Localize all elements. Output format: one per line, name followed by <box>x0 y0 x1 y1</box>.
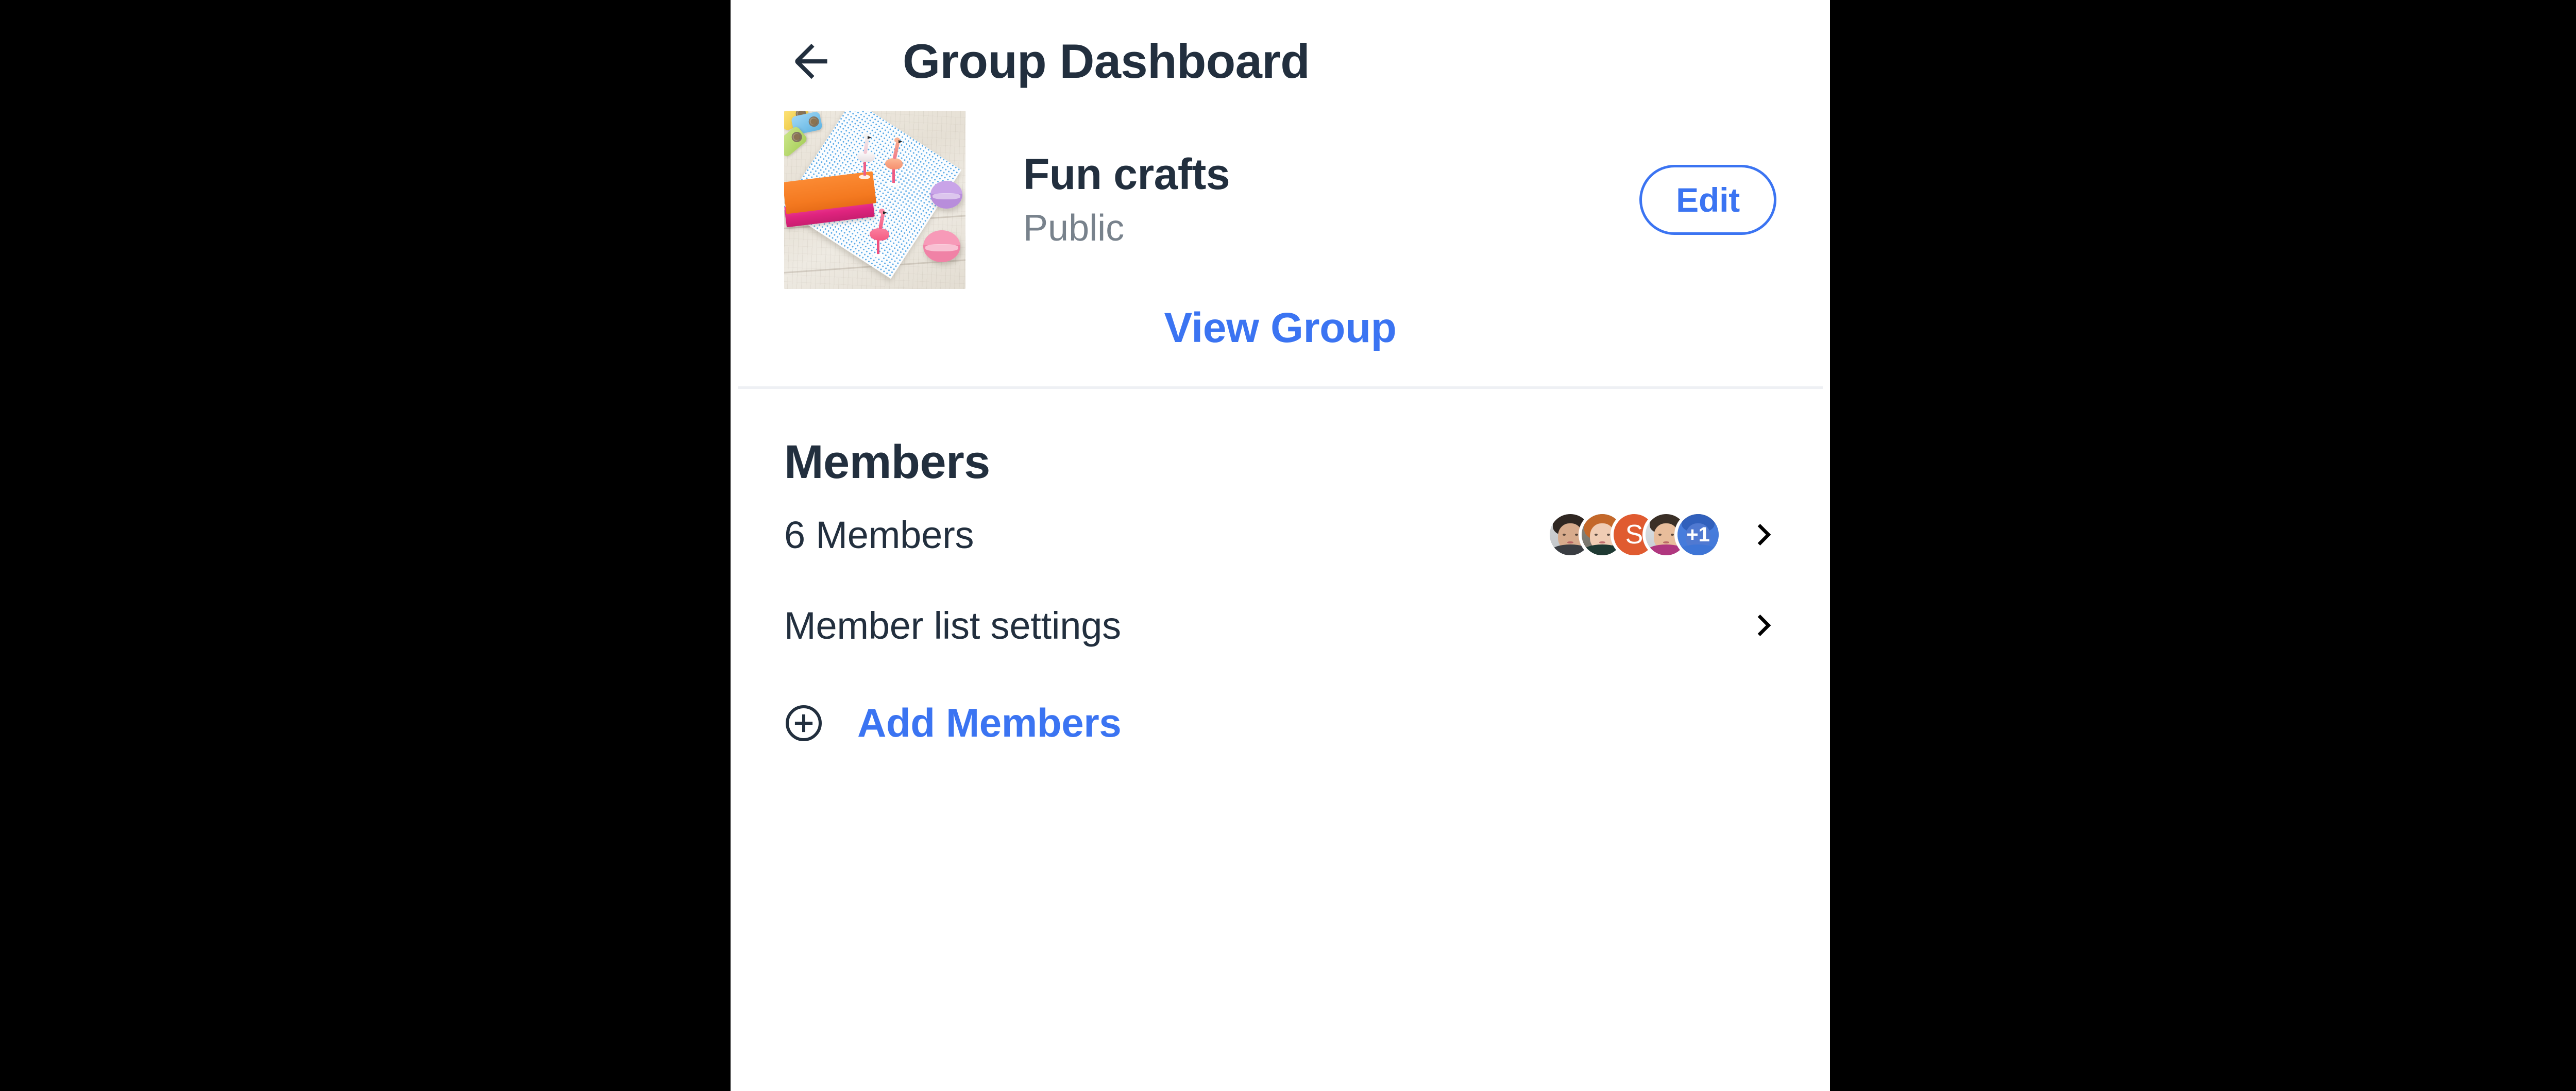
chevron-right-icon <box>1757 615 1771 636</box>
member-list-settings-label: Member list settings <box>784 604 1121 647</box>
avatar-overflow-count: +1 <box>1686 523 1710 546</box>
view-group-link[interactable]: View Group <box>1164 304 1396 352</box>
members-count-chevron[interactable] <box>1748 521 1781 548</box>
group-privacy-label: Public <box>1023 208 1125 249</box>
thumbnail-purple-macaron <box>930 181 962 209</box>
arrow-left-icon <box>795 43 827 79</box>
group-summary-row: Fun crafts Public Edit <box>731 111 1830 289</box>
phone-panel: Group Dashboard Fun crafts Public Edit V… <box>731 0 1830 1091</box>
app-header: Group Dashboard <box>731 0 1830 123</box>
add-members-label[interactable]: Add Members <box>857 700 1122 746</box>
thumbnail-pink-macaron <box>923 230 960 262</box>
members-section-title: Members <box>784 436 990 488</box>
member-list-settings-row[interactable]: Member list settings <box>731 580 1830 671</box>
edit-button[interactable]: Edit <box>1639 165 1776 235</box>
plus-circle-icon <box>786 705 822 741</box>
member-list-settings-chevron[interactable] <box>1748 612 1781 639</box>
group-name: Fun crafts <box>1023 150 1230 199</box>
view-group-row: View Group <box>731 277 1830 386</box>
group-meta: Fun crafts Public <box>1023 151 1639 248</box>
member-avatar-overflow[interactable]: +1 <box>1674 511 1722 558</box>
screen-canvas: Group Dashboard Fun crafts Public Edit V… <box>0 0 2576 1091</box>
back-button[interactable] <box>784 32 842 90</box>
member-avatar-stack[interactable]: S +1 <box>1547 511 1722 558</box>
members-count-row[interactable]: 6 Members S +1 <box>731 489 1830 580</box>
page-title: Group Dashboard <box>903 34 1310 88</box>
members-count-label: 6 Members <box>784 513 974 556</box>
add-members-row[interactable]: Add Members <box>731 671 1830 746</box>
chevron-right-icon <box>1757 524 1771 546</box>
group-thumbnail[interactable] <box>784 111 965 289</box>
